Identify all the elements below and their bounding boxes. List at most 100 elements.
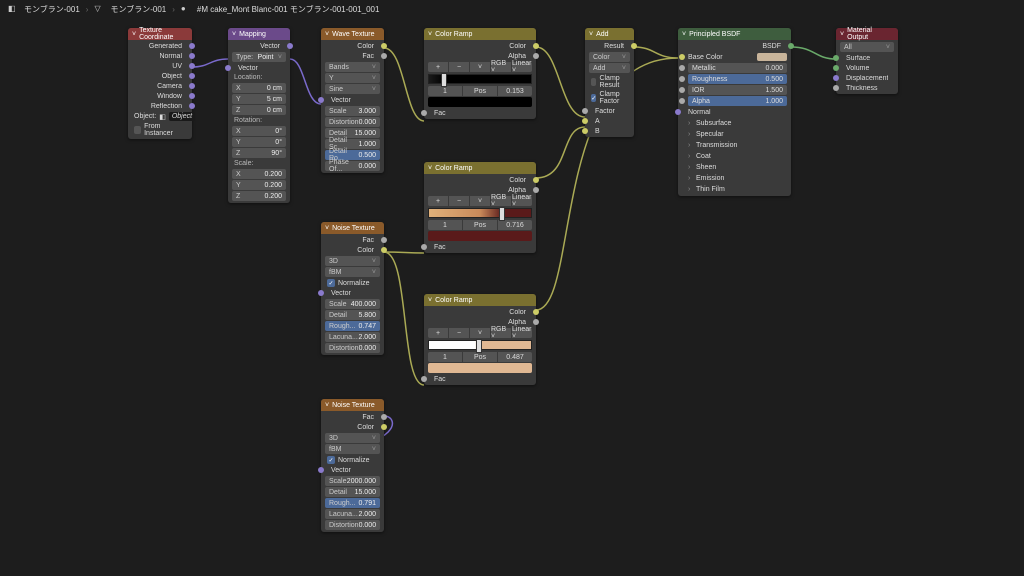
socket-in[interactable] <box>679 87 685 93</box>
socket-in[interactable] <box>679 98 685 104</box>
node-mapping[interactable]: ˅Mapping Vector Type:Point Vector Locati… <box>228 28 290 203</box>
socket-out[interactable] <box>189 103 195 109</box>
socket-in[interactable] <box>833 55 839 61</box>
dropdown[interactable]: 3D <box>325 433 380 443</box>
socket-in[interactable] <box>679 76 685 82</box>
expand-group[interactable]: ›Coat <box>682 151 787 161</box>
expand-group[interactable]: ›Transmission <box>682 140 787 150</box>
socket-in[interactable] <box>225 65 231 71</box>
node-header[interactable]: ˅Texture Coordinate <box>128 28 192 40</box>
dropdown[interactable]: Bands <box>325 62 380 72</box>
checkbox[interactable]: ✓ <box>327 456 335 464</box>
value-field[interactable]: Scale400.000 <box>325 299 380 309</box>
breadcrumb-item[interactable]: #M cake_Mont Blanc-001 モンブラン-001-001_001 <box>197 4 380 15</box>
socket-out[interactable] <box>189 73 195 79</box>
socket-out[interactable] <box>533 43 539 49</box>
color-ramp-gradient[interactable] <box>428 74 532 84</box>
value-field[interactable]: Distortion0.000 <box>325 520 380 530</box>
checkbox[interactable] <box>591 78 596 86</box>
value-field[interactable]: Y0.200 <box>232 180 286 190</box>
node-header[interactable]: ˅Principled BSDF <box>678 28 791 40</box>
socket-in[interactable] <box>421 110 427 116</box>
value-field[interactable]: Scale2000.000 <box>325 476 380 486</box>
value-field[interactable]: Rough...0.747 <box>325 321 380 331</box>
value-field[interactable]: Z0.200 <box>232 191 286 201</box>
node-header[interactable]: ˅Color Ramp <box>424 294 536 306</box>
node-header[interactable]: ˅Wave Texture <box>321 28 384 40</box>
value-field[interactable]: Z90° <box>232 148 286 158</box>
type-dropdown[interactable]: Type:Point <box>232 52 286 62</box>
socket-out[interactable] <box>189 43 195 49</box>
socket-in[interactable] <box>679 54 685 60</box>
value-field[interactable]: Metallic0.000 <box>688 63 787 73</box>
node-header[interactable]: ˅Color Ramp <box>424 28 536 40</box>
value-field[interactable]: Detail15.000 <box>325 487 380 497</box>
node-material-output[interactable]: ˅Material Output All Surface Volume Disp… <box>836 28 898 94</box>
expand-group[interactable]: ›Emission <box>682 173 787 183</box>
expand-group[interactable]: ›Specular <box>682 129 787 139</box>
socket-out[interactable] <box>189 83 195 89</box>
checkbox[interactable]: ✓ <box>591 94 596 102</box>
node-mix-add[interactable]: ˅Add Result Color Add Clamp Result ✓Clam… <box>585 28 634 137</box>
expand-group[interactable]: ›Subsurface <box>682 118 787 128</box>
dropdown[interactable]: All <box>840 42 894 52</box>
socket-out[interactable] <box>533 319 539 325</box>
ramp-toolbar[interactable]: +−˅RGB ˅Linear ˅ <box>428 62 532 72</box>
node-color-ramp[interactable]: ˅Color RampColorAlpha+−˅RGB ˅Linear ˅1Po… <box>424 294 536 385</box>
value-field[interactable]: Phase Of...0.000 <box>325 161 380 171</box>
node-header[interactable]: ˅Color Ramp <box>424 162 536 174</box>
ramp-stop-info[interactable]: 1Pos0.716 <box>428 220 532 230</box>
socket-in[interactable] <box>833 75 839 81</box>
value-field[interactable]: Lacuna...2.000 <box>325 509 380 519</box>
node-color-ramp[interactable]: ˅Color RampColorAlpha+−˅RGB ˅Linear ˅1Po… <box>424 162 536 253</box>
socket-out[interactable] <box>533 53 539 59</box>
expand-group[interactable]: ›Thin Film <box>682 184 787 194</box>
socket-out[interactable] <box>381 247 387 253</box>
breadcrumb-item[interactable]: モンブラン-001 <box>110 4 166 15</box>
color-swatch[interactable] <box>757 53 787 61</box>
dropdown[interactable]: Sine <box>325 84 380 94</box>
node-texture-coordinate[interactable]: ˅Texture Coordinate Generated Normal UV … <box>128 28 192 139</box>
socket-out[interactable] <box>381 43 387 49</box>
socket-out[interactable] <box>189 63 195 69</box>
value-field[interactable]: X0° <box>232 126 286 136</box>
dropdown[interactable]: 3D <box>325 256 380 266</box>
socket-in[interactable] <box>421 244 427 250</box>
color-swatch[interactable] <box>428 363 532 373</box>
socket-out[interactable] <box>287 43 293 49</box>
dropdown[interactable]: Add <box>589 63 630 73</box>
socket-in[interactable] <box>833 65 839 71</box>
socket-in[interactable] <box>318 290 324 296</box>
socket-out[interactable] <box>381 414 387 420</box>
socket-in[interactable] <box>318 97 324 103</box>
socket-in[interactable] <box>675 109 681 115</box>
node-noise-texture[interactable]: ˅Noise Texture Fac Color 3D fBM ✓Normali… <box>321 399 384 532</box>
ramp-toolbar[interactable]: +−˅RGB ˅Linear ˅ <box>428 328 532 338</box>
color-ramp-gradient[interactable] <box>428 208 532 218</box>
value-field[interactable]: Scale3.000 <box>325 106 380 116</box>
node-wave-texture[interactable]: ˅Wave Texture Color Fac Bands Y Sine Vec… <box>321 28 384 173</box>
value-field[interactable]: Y0° <box>232 137 286 147</box>
value-field[interactable]: Alpha1.000 <box>688 96 787 106</box>
socket-in[interactable] <box>833 85 839 91</box>
node-header[interactable]: ˅Material Output <box>836 28 898 40</box>
socket-out[interactable] <box>631 43 637 49</box>
socket-out[interactable] <box>788 43 794 49</box>
socket-out[interactable] <box>381 237 387 243</box>
node-header[interactable]: ˅Mapping <box>228 28 290 40</box>
color-ramp-gradient[interactable] <box>428 340 532 350</box>
socket-in[interactable] <box>582 128 588 134</box>
socket-in[interactable] <box>582 118 588 124</box>
node-color-ramp[interactable]: ˅Color RampColorAlpha+−˅RGB ˅Linear ˅1Po… <box>424 28 536 119</box>
node-header[interactable]: ˅Noise Texture <box>321 399 384 411</box>
node-header[interactable]: ˅Add <box>585 28 634 40</box>
breadcrumb-item[interactable]: モンブラン-001 <box>24 4 80 15</box>
value-field[interactable]: Detail5.800 <box>325 310 380 320</box>
node-principled-bsdf[interactable]: ˅Principled BSDF BSDF Base Color Metalli… <box>678 28 791 196</box>
value-field[interactable]: Distortion0.000 <box>325 343 380 353</box>
value-field[interactable]: Lacuna...2.000 <box>325 332 380 342</box>
socket-in[interactable] <box>421 376 427 382</box>
node-noise-texture[interactable]: ˅Noise Texture Fac Color 3D fBM ✓Normali… <box>321 222 384 355</box>
socket-out[interactable] <box>533 309 539 315</box>
node-header[interactable]: ˅Noise Texture <box>321 222 384 234</box>
